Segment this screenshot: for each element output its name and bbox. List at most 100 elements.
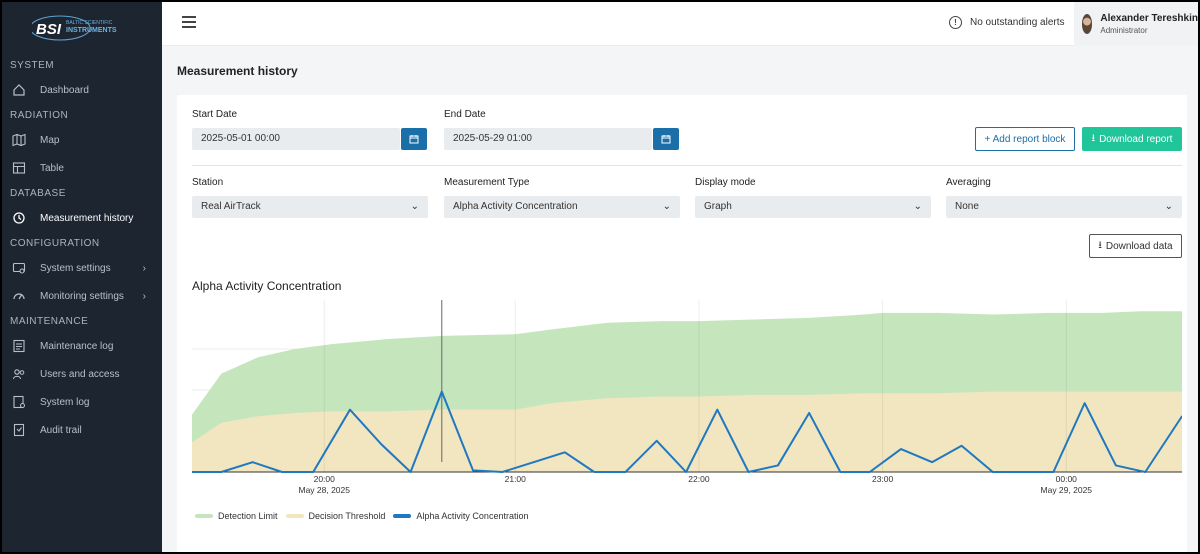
sidebar-item-label: Users and access <box>40 368 120 380</box>
chevron-down-icon: ⌄ <box>913 201 922 212</box>
calendar-icon <box>661 135 671 144</box>
chart-point <box>1083 402 1086 404</box>
logo: BSI BALTIC SCIENTIFIC INSTRUMENTS <box>2 2 162 54</box>
sidebar-item-label: Maintenance log <box>40 340 114 352</box>
chart-point <box>281 471 283 473</box>
chart-point <box>220 471 223 473</box>
station-select[interactable]: Real AirTrack ⌄ <box>192 196 428 218</box>
legend-swatch <box>195 514 213 518</box>
legend-item[interactable]: Alpha Activity Concentration <box>393 511 528 521</box>
table-icon <box>12 161 26 175</box>
sidebar-item-label: Measurement history <box>40 212 134 224</box>
sidebar-item-monitoring-settings[interactable]: Monitoring settings › <box>2 282 162 310</box>
audit-icon <box>12 423 26 437</box>
chart[interactable]: 20:00May 28, 2025 21:00 22:00 23:00 00:00May… <box>192 300 1182 500</box>
chart-point <box>472 469 474 472</box>
user-name: Alexander Tereshkin <box>1100 13 1198 24</box>
end-date-input[interactable]: 2025-05-29 01:00 <box>444 128 652 150</box>
app-window: BSI BALTIC SCIENTIFIC INSTRUMENTS SYSTEM… <box>2 2 1198 552</box>
home-icon <box>12 83 26 97</box>
measurement-type-select[interactable]: Alpha Activity Concentration ⌄ <box>444 196 680 218</box>
chart-point <box>685 471 687 473</box>
download-icon: ⭳ <box>1091 132 1096 144</box>
legend-item[interactable]: Decision Threshold <box>285 511 386 521</box>
legend-label: Detection Limit <box>218 511 278 521</box>
chart-point <box>931 461 934 463</box>
map-icon <box>12 133 26 147</box>
chart-tick-label: 22:00 <box>688 474 710 484</box>
sidebar: BSI BALTIC SCIENTIFIC INSTRUMENTS SYSTEM… <box>2 2 162 552</box>
history-icon <box>12 211 26 225</box>
averaging-value: None <box>955 201 979 212</box>
calendar-icon <box>409 135 419 144</box>
sidebar-nav: SYSTEM Dashboard RADIATION Map Table DATABASE… <box>2 54 162 444</box>
menu-toggle-icon[interactable] <box>182 16 196 28</box>
user-role: Administrator <box>1100 26 1148 35</box>
sidebar-item-label: Audit trail <box>40 424 82 436</box>
sidebar-section-title: RADIATION <box>10 110 69 121</box>
chart-legend: Detection Limit Decision Threshold Alpha A… <box>195 511 536 521</box>
chart-tick-sublabel: May 29, 2025 <box>1041 485 1093 495</box>
legend-swatch <box>285 514 304 518</box>
display-mode-value: Graph <box>704 201 732 212</box>
add-report-block-button[interactable]: + Add report block <box>975 127 1075 151</box>
sidebar-item-label: System log <box>40 396 90 408</box>
chart-point <box>716 408 719 411</box>
alerts-text: No outstanding alerts <box>970 17 1065 28</box>
top-bar: ! No outstanding alerts Alexander Teresh… <box>162 2 1198 46</box>
sidebar-item-table[interactable]: Table <box>2 154 162 182</box>
station-value: Real AirTrack <box>201 201 261 212</box>
download-report-label: Download report <box>1099 133 1173 145</box>
chart-point <box>777 464 779 467</box>
user-menu[interactable]: Alexander Tereshkin Administrator <box>1074 2 1198 46</box>
sidebar-item-system-settings[interactable]: System settings › <box>2 254 162 282</box>
display-mode-label: Display mode <box>695 177 756 188</box>
download-data-button[interactable]: ⭳ Download data <box>1089 234 1182 258</box>
svg-text:INSTRUMENTS: INSTRUMENTS <box>66 27 117 34</box>
averaging-label: Averaging <box>946 177 991 188</box>
sidebar-section-title: CONFIGURATION <box>10 238 100 249</box>
sidebar-item-dashboard[interactable]: Dashboard <box>2 76 162 104</box>
sidebar-item-label: Map <box>40 134 60 146</box>
chart-point <box>349 408 351 411</box>
legend-item[interactable]: Detection Limit <box>195 511 278 521</box>
chart-point <box>868 471 871 473</box>
sidebar-item-system-log[interactable]: System log <box>2 388 162 416</box>
measurement-card: Start Date 2025-05-01 00:00 End Date 202… <box>177 95 1187 552</box>
chart-point <box>564 451 566 454</box>
sidebar-section-title: DATABASE <box>10 188 66 199</box>
chart-tick-label: 21:00 <box>505 474 527 484</box>
sidebar-item-label: Monitoring settings <box>40 290 124 302</box>
sidebar-item-label: System settings <box>40 262 111 274</box>
chart-point <box>900 448 902 450</box>
display-mode-select[interactable]: Graph ⌄ <box>695 196 931 218</box>
sidebar-item-audit-trail[interactable]: Audit trail <box>2 416 162 444</box>
chart-tick-label: 00:00 <box>1056 474 1078 484</box>
chart-point <box>251 461 254 463</box>
legend-label: Decision Threshold <box>308 511 386 521</box>
end-date-label: End Date <box>444 109 486 120</box>
sidebar-item-maintenance-log[interactable]: Maintenance log <box>2 332 162 360</box>
averaging-select[interactable]: None ⌄ <box>946 196 1182 218</box>
chart-title: Alpha Activity Concentration <box>192 279 342 293</box>
sidebar-item-measurement-history[interactable]: Measurement history <box>2 204 162 232</box>
legend-label: Alpha Activity Concentration <box>416 511 529 521</box>
measurement-type-label: Measurement Type <box>444 177 530 188</box>
chevron-right-icon: › <box>142 290 146 302</box>
chart-point <box>501 471 504 473</box>
chart-point <box>593 471 596 473</box>
bsi-logo-icon: BSI BALTIC SCIENTIFIC INSTRUMENTS <box>32 15 117 41</box>
chart-point <box>1023 471 1025 473</box>
start-date-input[interactable]: 2025-05-01 00:00 <box>192 128 400 150</box>
chart-point <box>839 471 842 473</box>
chart-point <box>409 471 412 473</box>
start-date-calendar-button[interactable] <box>401 128 427 150</box>
end-date-calendar-button[interactable] <box>653 128 679 150</box>
alerts-status[interactable]: ! No outstanding alerts <box>949 16 1065 29</box>
legend-swatch <box>393 514 412 518</box>
download-report-button[interactable]: ⭳ Download report <box>1082 127 1182 151</box>
chevron-right-icon: › <box>142 262 146 274</box>
start-date-label: Start Date <box>192 109 238 120</box>
sidebar-item-map[interactable]: Map <box>2 126 162 154</box>
sidebar-item-users-and-access[interactable]: Users and access <box>2 360 162 388</box>
